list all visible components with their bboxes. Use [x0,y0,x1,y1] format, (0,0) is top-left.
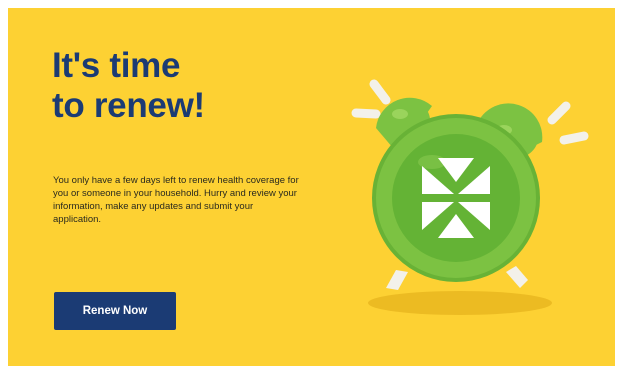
alarm-clock-icon [351,79,589,315]
headline-line-2: to renew! [52,86,205,125]
clock-face [392,134,520,262]
renew-now-button[interactable]: Renew Now [54,292,176,330]
clock-shadow [368,291,552,315]
banner-description: You only have a few days left to renew h… [53,175,299,225]
renewal-banner: It's time to renew! You only have a few … [8,8,615,366]
headline-line-1: It's time [52,46,181,85]
page-title: It's time to renew! [52,46,205,126]
